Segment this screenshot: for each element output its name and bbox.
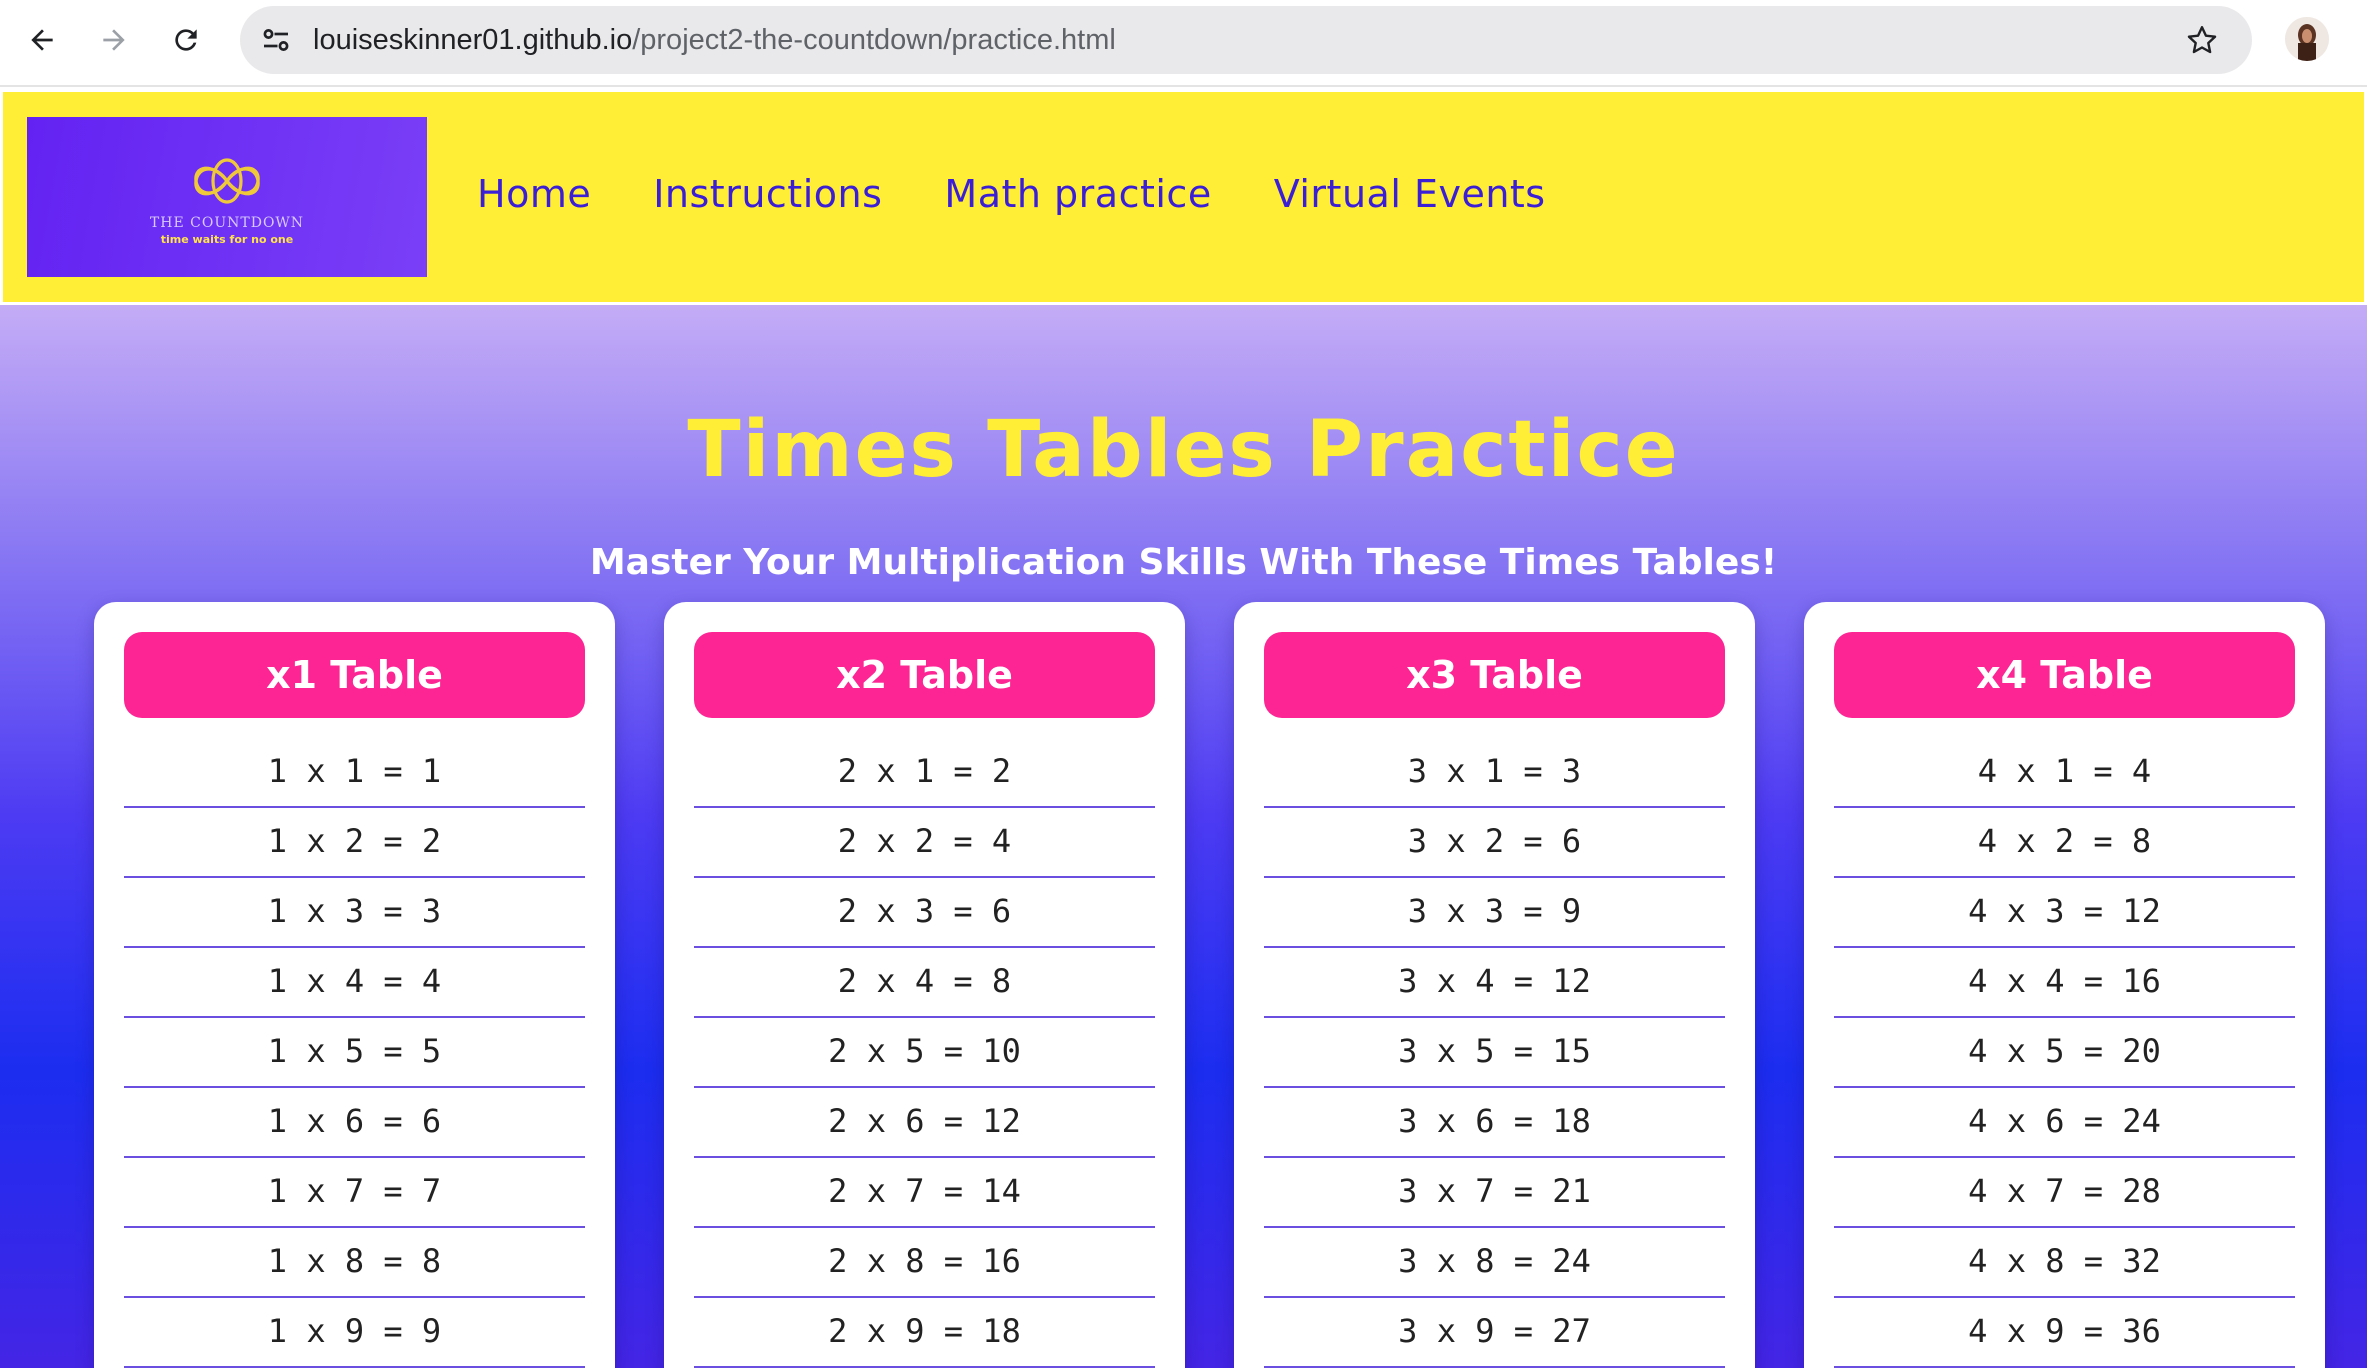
table-row: 4 x 3 = 12	[1834, 878, 2295, 948]
table-row: 3 x 6 = 18	[1264, 1088, 1725, 1158]
back-button[interactable]	[12, 14, 72, 66]
url-path: /project2-the-countdown/practice.html	[632, 24, 1116, 56]
forward-button[interactable]	[84, 14, 144, 66]
table-row: 4 x 2 = 8	[1834, 808, 2295, 878]
reload-icon	[175, 29, 197, 51]
table-row: 1 x 1 = 1	[124, 738, 585, 808]
table-row: 4 x 5 = 20	[1834, 1018, 2295, 1088]
table-row: 1 x 8 = 8	[124, 1228, 585, 1298]
table-heading: x4 Table	[1834, 632, 2295, 718]
table-row: 3 x 5 = 15	[1264, 1018, 1725, 1088]
back-arrow-icon	[31, 29, 53, 51]
table-row: 3 x 3 = 9	[1264, 878, 1725, 948]
main-nav: Home Instructions Math practice Virtual …	[477, 172, 1546, 216]
table-row: 2 x 1 = 2	[694, 738, 1155, 808]
table-rows: 2 x 1 = 2 2 x 2 = 4 2 x 3 = 6 2 x 4 = 8 …	[694, 738, 1155, 1368]
table-row: 3 x 1 = 3	[1264, 738, 1725, 808]
profile-avatar[interactable]	[2285, 17, 2329, 61]
table-row: 2 x 8 = 16	[694, 1228, 1155, 1298]
table-row: 1 x 7 = 7	[124, 1158, 585, 1228]
nav-home-link[interactable]: Home	[477, 172, 591, 216]
table-row: 3 x 2 = 6	[1264, 808, 1725, 878]
nav-instructions-link[interactable]: Instructions	[653, 172, 882, 216]
address-bar[interactable]: louiseskinner01.github.io/project2-the-c…	[240, 6, 2252, 74]
table-row: 1 x 4 = 4	[124, 948, 585, 1018]
table-rows: 3 x 1 = 3 3 x 2 = 6 3 x 3 = 9 3 x 4 = 12…	[1264, 738, 1725, 1368]
table-row: 2 x 7 = 14	[694, 1158, 1155, 1228]
site-settings-icon[interactable]	[258, 22, 294, 58]
url-text[interactable]: louiseskinner01.github.io/project2-the-c…	[313, 6, 1116, 74]
table-row: 2 x 9 = 18	[694, 1298, 1155, 1368]
table-heading: x2 Table	[694, 632, 1155, 718]
table-row: 1 x 3 = 3	[124, 878, 585, 948]
forward-arrow-icon	[103, 29, 125, 51]
table-row: 1 x 2 = 2	[124, 808, 585, 878]
table-row: 3 x 8 = 24	[1264, 1228, 1725, 1298]
table-heading: x1 Table	[124, 632, 585, 718]
table-card-x2: x2 Table 2 x 1 = 2 2 x 2 = 4 2 x 3 = 6 2…	[664, 602, 1185, 1368]
site-logo[interactable]: THE COUNTDOWN time waits for no one	[27, 117, 427, 277]
table-row: 4 x 1 = 4	[1834, 738, 2295, 808]
url-host: louiseskinner01.github.io	[313, 24, 633, 56]
reload-button[interactable]	[156, 14, 216, 66]
table-row: 2 x 3 = 6	[694, 878, 1155, 948]
table-row: 2 x 2 = 4	[694, 808, 1155, 878]
table-rows: 4 x 1 = 4 4 x 2 = 8 4 x 3 = 12 4 x 4 = 1…	[1834, 738, 2295, 1368]
main-content: Times Tables Practice Master Your Multip…	[0, 305, 2367, 1368]
table-row: 4 x 6 = 24	[1834, 1088, 2295, 1158]
table-row: 1 x 9 = 9	[124, 1298, 585, 1368]
table-row: 1 x 6 = 6	[124, 1088, 585, 1158]
table-row: 1 x 5 = 5	[124, 1018, 585, 1088]
page-subtitle: Master Your Multiplication Skills With T…	[589, 542, 1778, 583]
bookmark-star-icon[interactable]	[2184, 22, 2220, 58]
table-row: 3 x 9 = 27	[1264, 1298, 1725, 1368]
page-title: Times Tables Practice	[687, 405, 1680, 495]
table-row: 4 x 8 = 32	[1834, 1228, 2295, 1298]
table-card-x1: x1 Table 1 x 1 = 1 1 x 2 = 2 1 x 3 = 3 1…	[94, 602, 615, 1368]
table-heading: x3 Table	[1264, 632, 1725, 718]
table-row: 4 x 4 = 16	[1834, 948, 2295, 1018]
table-row: 4 x 9 = 36	[1834, 1298, 2295, 1368]
table-row: 4 x 7 = 28	[1834, 1158, 2295, 1228]
table-row: 2 x 6 = 12	[694, 1088, 1155, 1158]
logo-tagline: time waits for no one	[160, 233, 294, 246]
nav-math-practice-link[interactable]: Math practice	[944, 172, 1211, 216]
table-rows: 1 x 1 = 1 1 x 2 = 2 1 x 3 = 3 1 x 4 = 4 …	[124, 738, 585, 1368]
table-card-x4: x4 Table 4 x 1 = 4 4 x 2 = 8 4 x 3 = 12 …	[1804, 602, 2325, 1368]
logo-title: THE COUNTDOWN	[149, 215, 305, 231]
table-row: 2 x 5 = 10	[694, 1018, 1155, 1088]
browser-toolbar: louiseskinner01.github.io/project2-the-c…	[0, 0, 2367, 87]
infinity-knot-icon	[194, 158, 260, 204]
table-row: 3 x 7 = 21	[1264, 1158, 1725, 1228]
profile-photo-icon	[2285, 17, 2329, 61]
table-row: 3 x 4 = 12	[1264, 948, 1725, 1018]
site-header: THE COUNTDOWN time waits for no one Home…	[0, 89, 2367, 305]
times-tables-grid: x1 Table 1 x 1 = 1 1 x 2 = 2 1 x 3 = 3 1…	[94, 602, 2326, 1368]
nav-virtual-events-link[interactable]: Virtual Events	[1274, 172, 1546, 216]
table-card-x3: x3 Table 3 x 1 = 3 3 x 2 = 6 3 x 3 = 9 3…	[1234, 602, 1755, 1368]
table-row: 2 x 4 = 8	[694, 948, 1155, 1018]
